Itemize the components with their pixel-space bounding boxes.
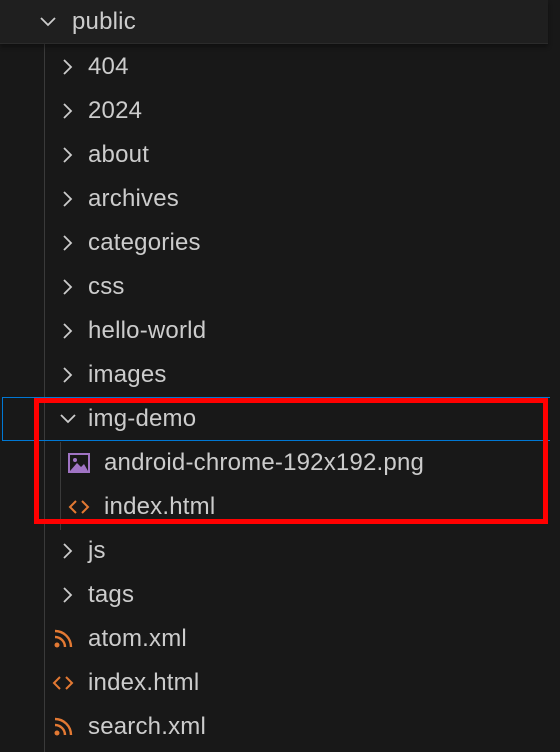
file-explorer: public 404 2024 about archives categorie…: [0, 0, 560, 752]
folder-label: tags: [88, 581, 135, 608]
folder-archives[interactable]: archives: [0, 177, 548, 221]
chevron-right-icon: [56, 187, 80, 211]
chevron-right-icon: [56, 55, 80, 79]
rss-file-icon: [50, 714, 76, 740]
folder-label: about: [88, 141, 150, 168]
scrollbar-track[interactable]: [550, 44, 560, 752]
file-label: android-chrome-192x192.png: [104, 449, 425, 476]
file-label: search.xml: [88, 713, 207, 740]
chevron-right-icon: [56, 319, 80, 343]
chevron-right-icon: [56, 143, 80, 167]
file-atom-xml[interactable]: atom.xml: [0, 617, 548, 661]
chevron-down-icon: [36, 10, 60, 34]
folder-hello-world[interactable]: hello-world: [0, 309, 548, 353]
folder-label: hello-world: [88, 317, 207, 344]
folder-js[interactable]: js: [0, 529, 548, 573]
chevron-right-icon: [56, 583, 80, 607]
chevron-right-icon: [56, 539, 80, 563]
folder-label: 404: [88, 53, 129, 80]
chevron-right-icon: [56, 231, 80, 255]
folder-2024[interactable]: 2024: [0, 89, 548, 133]
folder-label: img-demo: [88, 405, 197, 432]
html-file-icon: [50, 670, 76, 696]
file-search-xml[interactable]: search.xml: [0, 705, 548, 749]
file-label: index.html: [104, 493, 216, 520]
folder-label: 2024: [88, 97, 143, 124]
folder-404[interactable]: 404: [0, 45, 548, 89]
html-file-icon: [66, 494, 92, 520]
rss-file-icon: [50, 626, 76, 652]
chevron-right-icon: [56, 99, 80, 123]
image-file-icon: [66, 450, 92, 476]
file-label: atom.xml: [88, 625, 187, 652]
chevron-right-icon: [56, 363, 80, 387]
chevron-down-icon: [56, 407, 80, 431]
folder-label: js: [88, 537, 106, 564]
file-index-html[interactable]: index.html: [0, 661, 548, 705]
file-android-chrome-png[interactable]: android-chrome-192x192.png: [0, 441, 548, 485]
file-label: index.html: [88, 669, 200, 696]
folder-public[interactable]: public: [0, 0, 548, 44]
folder-label: css: [88, 273, 125, 300]
folder-css[interactable]: css: [0, 265, 548, 309]
folder-label: categories: [88, 229, 201, 256]
folder-img-demo[interactable]: img-demo: [2, 397, 558, 441]
folder-about[interactable]: about: [0, 133, 548, 177]
folder-categories[interactable]: categories: [0, 221, 548, 265]
folder-label: public: [72, 7, 136, 35]
folder-tags[interactable]: tags: [0, 573, 548, 617]
chevron-right-icon: [56, 275, 80, 299]
folder-label: archives: [88, 185, 179, 212]
folder-images[interactable]: images: [0, 353, 548, 397]
folder-label: images: [88, 361, 167, 388]
file-img-demo-index-html[interactable]: index.html: [0, 485, 548, 529]
